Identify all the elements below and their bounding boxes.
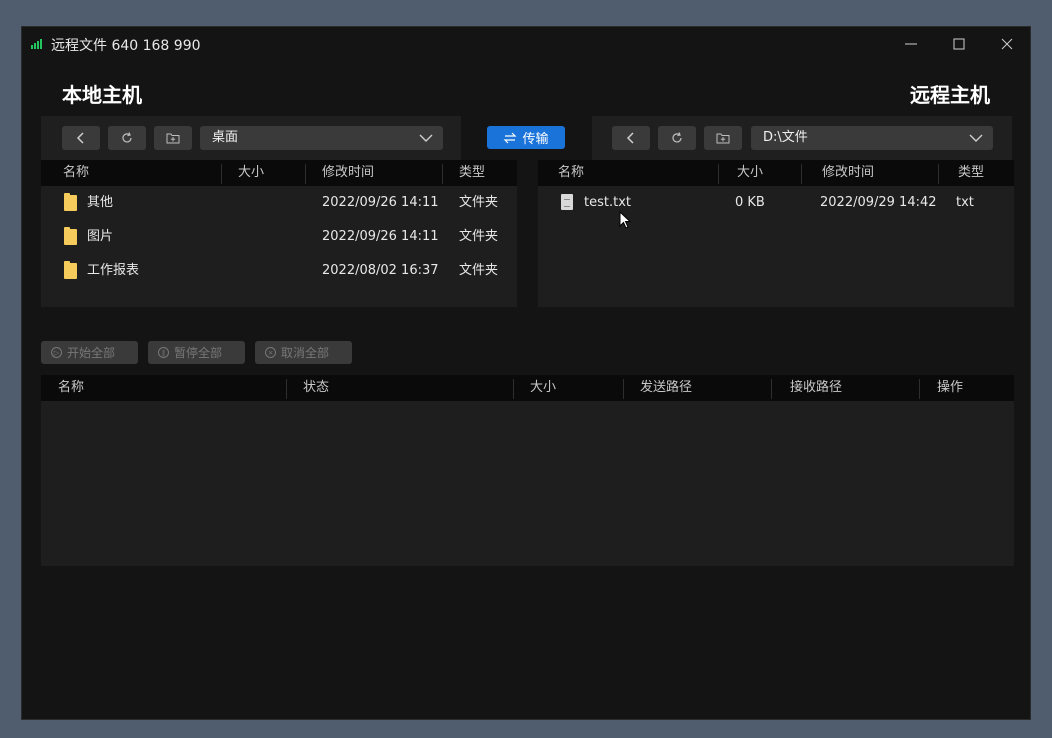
transfer-button-label: 传输 [522, 132, 549, 147]
window-title: 远程文件 640 168 990 [51, 38, 201, 54]
column-header-type[interactable]: 类型 [958, 160, 984, 186]
remote-toolbar: D:\文件 [592, 116, 1012, 160]
column-header-actions[interactable]: 操作 [937, 375, 963, 401]
file-icon [561, 194, 573, 210]
local-back-button[interactable] [62, 126, 100, 150]
folder-icon [64, 193, 77, 211]
row-modified: 2022/09/26 14:11 [322, 229, 439, 244]
local-new-folder-button[interactable] [154, 126, 192, 150]
column-header-name[interactable]: 名称 [63, 160, 89, 186]
remote-refresh-button[interactable] [658, 126, 696, 150]
column-header-modified[interactable]: 修改时间 [822, 160, 874, 186]
row-modified: 2022/09/29 14:42 [820, 195, 937, 210]
row-type: 文件夹 [459, 195, 499, 210]
row-size: 0 KB [735, 195, 765, 210]
chevron-left-icon [76, 132, 84, 144]
remote-file-window: 远程文件 640 168 990 本地主机 远程主机 桌面 传输 D:\文件 名… [21, 26, 1031, 720]
folder-icon [64, 227, 77, 245]
column-header-name[interactable]: 名称 [558, 160, 584, 186]
refresh-icon [672, 132, 682, 143]
play-icon: ▷ [51, 347, 62, 358]
remote-file-list: 名称 大小 修改时间 类型 test.txt 0 KB 2022/09/29 1… [538, 160, 1014, 307]
row-name: 图片 [87, 229, 114, 244]
new-folder-icon [166, 133, 180, 144]
remote-table-header: 名称 大小 修改时间 类型 [538, 160, 1014, 186]
refresh-icon [122, 132, 132, 143]
row-name: 其他 [87, 195, 114, 210]
cancel-all-button[interactable]: × 取消全部 [255, 341, 352, 364]
close-button[interactable] [984, 29, 1030, 59]
new-folder-icon [716, 133, 730, 144]
row-modified: 2022/08/02 16:37 [322, 263, 439, 278]
table-row[interactable]: 其他 2022/09/26 14:11 文件夹 [41, 186, 517, 220]
pause-icon: ∥ [158, 347, 169, 358]
folder-icon [64, 261, 77, 279]
row-name: 工作报表 [87, 263, 140, 278]
pause-all-label: 暂停全部 [174, 346, 223, 360]
chevron-left-icon [626, 132, 634, 144]
swap-icon [504, 132, 517, 143]
column-header-type[interactable]: 类型 [459, 160, 485, 186]
local-file-list: 名称 大小 修改时间 类型 其他 2022/09/26 14:11 文件夹 图片… [41, 160, 517, 307]
remote-new-folder-button[interactable] [704, 126, 742, 150]
column-header-send-path[interactable]: 发送路径 [640, 375, 692, 401]
remote-path-select[interactable]: D:\文件 [751, 126, 993, 150]
row-type: txt [956, 195, 974, 210]
column-header-modified[interactable]: 修改时间 [322, 160, 374, 186]
column-header-status[interactable]: 状态 [303, 375, 329, 401]
table-row[interactable]: test.txt 0 KB 2022/09/29 14:42 txt [538, 186, 1014, 220]
transfer-queue-table: 名称 状态 大小 发送路径 接收路径 操作 [41, 375, 1014, 566]
signal-strength-icon [31, 39, 43, 49]
table-row[interactable]: 图片 2022/09/26 14:11 文件夹 [41, 220, 517, 254]
cancel-icon: × [265, 347, 276, 358]
local-refresh-button[interactable] [108, 126, 146, 150]
queue-table-header: 名称 状态 大小 发送路径 接收路径 操作 [41, 375, 1014, 401]
minimize-button[interactable] [888, 29, 934, 59]
maximize-button[interactable] [936, 29, 982, 59]
column-header-size[interactable]: 大小 [530, 375, 556, 401]
local-toolbar: 桌面 [41, 116, 461, 160]
local-host-title: 本地主机 [62, 83, 142, 107]
start-all-button[interactable]: ▷ 开始全部 [41, 341, 138, 364]
table-row[interactable]: 工作报表 2022/08/02 16:37 文件夹 [41, 254, 517, 288]
local-path-value: 桌面 [212, 130, 239, 145]
local-table-header: 名称 大小 修改时间 类型 [41, 160, 517, 186]
close-icon [1001, 38, 1013, 50]
row-type: 文件夹 [459, 263, 499, 278]
cancel-all-label: 取消全部 [281, 346, 330, 360]
minimize-icon [905, 43, 917, 45]
remote-back-button[interactable] [612, 126, 650, 150]
column-header-size[interactable]: 大小 [238, 160, 264, 186]
column-header-receive-path[interactable]: 接收路径 [790, 375, 842, 401]
chevron-down-icon [969, 126, 983, 159]
chevron-down-icon [419, 126, 433, 159]
remote-path-value: D:\文件 [763, 130, 808, 145]
pause-all-button[interactable]: ∥ 暂停全部 [148, 341, 245, 364]
column-header-name[interactable]: 名称 [58, 375, 84, 401]
title-bar: 远程文件 640 168 990 [22, 27, 1030, 61]
column-header-size[interactable]: 大小 [737, 160, 763, 186]
transfer-button[interactable]: 传输 [487, 126, 565, 149]
start-all-label: 开始全部 [67, 346, 116, 360]
maximize-icon [953, 38, 965, 50]
row-modified: 2022/09/26 14:11 [322, 195, 439, 210]
row-type: 文件夹 [459, 229, 499, 244]
remote-host-title: 远程主机 [910, 83, 990, 107]
local-path-select[interactable]: 桌面 [200, 126, 443, 150]
